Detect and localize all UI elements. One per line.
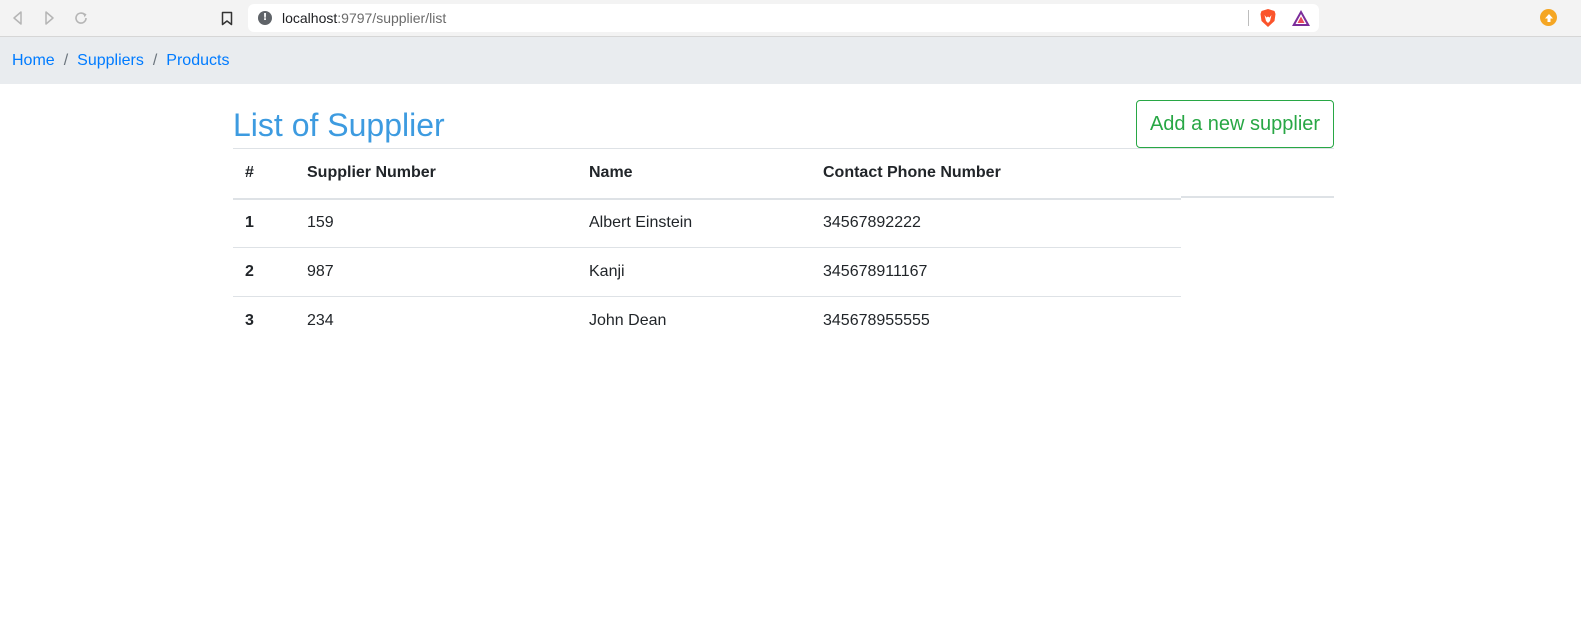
- site-info-icon[interactable]: !: [258, 11, 272, 25]
- supplier-phone-cell: 345678955555: [811, 296, 1181, 346]
- url-text[interactable]: localhost:9797/supplier/list: [282, 10, 446, 26]
- back-icon[interactable]: [9, 9, 27, 27]
- suppliers-table: # Supplier Number Name Contact Phone Num…: [233, 148, 1181, 346]
- row-index: 2: [233, 247, 295, 297]
- reload-icon[interactable]: [72, 9, 90, 27]
- column-header-contact-phone: Contact Phone Number: [811, 148, 1181, 200]
- breadcrumb-products-link[interactable]: Products: [166, 52, 229, 70]
- table-header-row: # Supplier Number Name Contact Phone Num…: [233, 148, 1181, 200]
- supplier-number-cell: 234: [295, 296, 577, 346]
- column-header-name: Name: [577, 148, 811, 200]
- supplier-number-cell: 159: [307, 214, 334, 232]
- url-divider: [1248, 10, 1249, 26]
- bookmark-icon[interactable]: [218, 9, 236, 27]
- table-row: 2 987 Kanji 345678911167: [233, 247, 1181, 297]
- column-header-supplier-number: Supplier Number: [295, 148, 577, 200]
- breadcrumb-separator: /: [152, 51, 158, 69]
- add-supplier-button[interactable]: Add a new supplier: [1136, 100, 1334, 148]
- table-header-extension: [1181, 148, 1334, 198]
- table-row: 1 159 Albert Einstein 34567892222: [233, 199, 1181, 248]
- row-index: 3: [233, 296, 295, 346]
- breadcrumb-home-link[interactable]: Home: [12, 52, 55, 70]
- supplier-name-cell: John Dean: [577, 296, 811, 346]
- url-path: :9797/supplier/list: [337, 10, 447, 26]
- page-title: List of Supplier: [233, 107, 445, 143]
- breadcrumb: Home / Suppliers / Products: [0, 37, 1581, 84]
- brave-shields-icon[interactable]: [1258, 8, 1278, 28]
- brave-rewards-icon[interactable]: [1291, 9, 1311, 27]
- url-host: localhost: [282, 10, 338, 26]
- supplier-name-cell: Kanji: [577, 247, 811, 297]
- supplier-phone-cell: 34567892222: [823, 214, 921, 232]
- supplier-name-cell: Albert Einstein: [589, 214, 693, 232]
- browser-toolbar: ! localhost:9797/supplier/list: [0, 0, 1581, 37]
- table-row: 3 234 John Dean 345678955555: [233, 296, 1181, 346]
- column-header-index: #: [233, 148, 295, 200]
- address-bar[interactable]: ! localhost:9797/supplier/list: [248, 4, 1319, 32]
- supplier-number-cell: 987: [295, 247, 577, 297]
- row-index: 1: [245, 214, 254, 232]
- breadcrumb-suppliers-link[interactable]: Suppliers: [77, 52, 144, 70]
- update-icon[interactable]: [1540, 9, 1557, 26]
- breadcrumb-separator: /: [63, 51, 69, 69]
- forward-icon[interactable]: [40, 9, 58, 27]
- supplier-phone-cell: 345678911167: [811, 247, 1181, 297]
